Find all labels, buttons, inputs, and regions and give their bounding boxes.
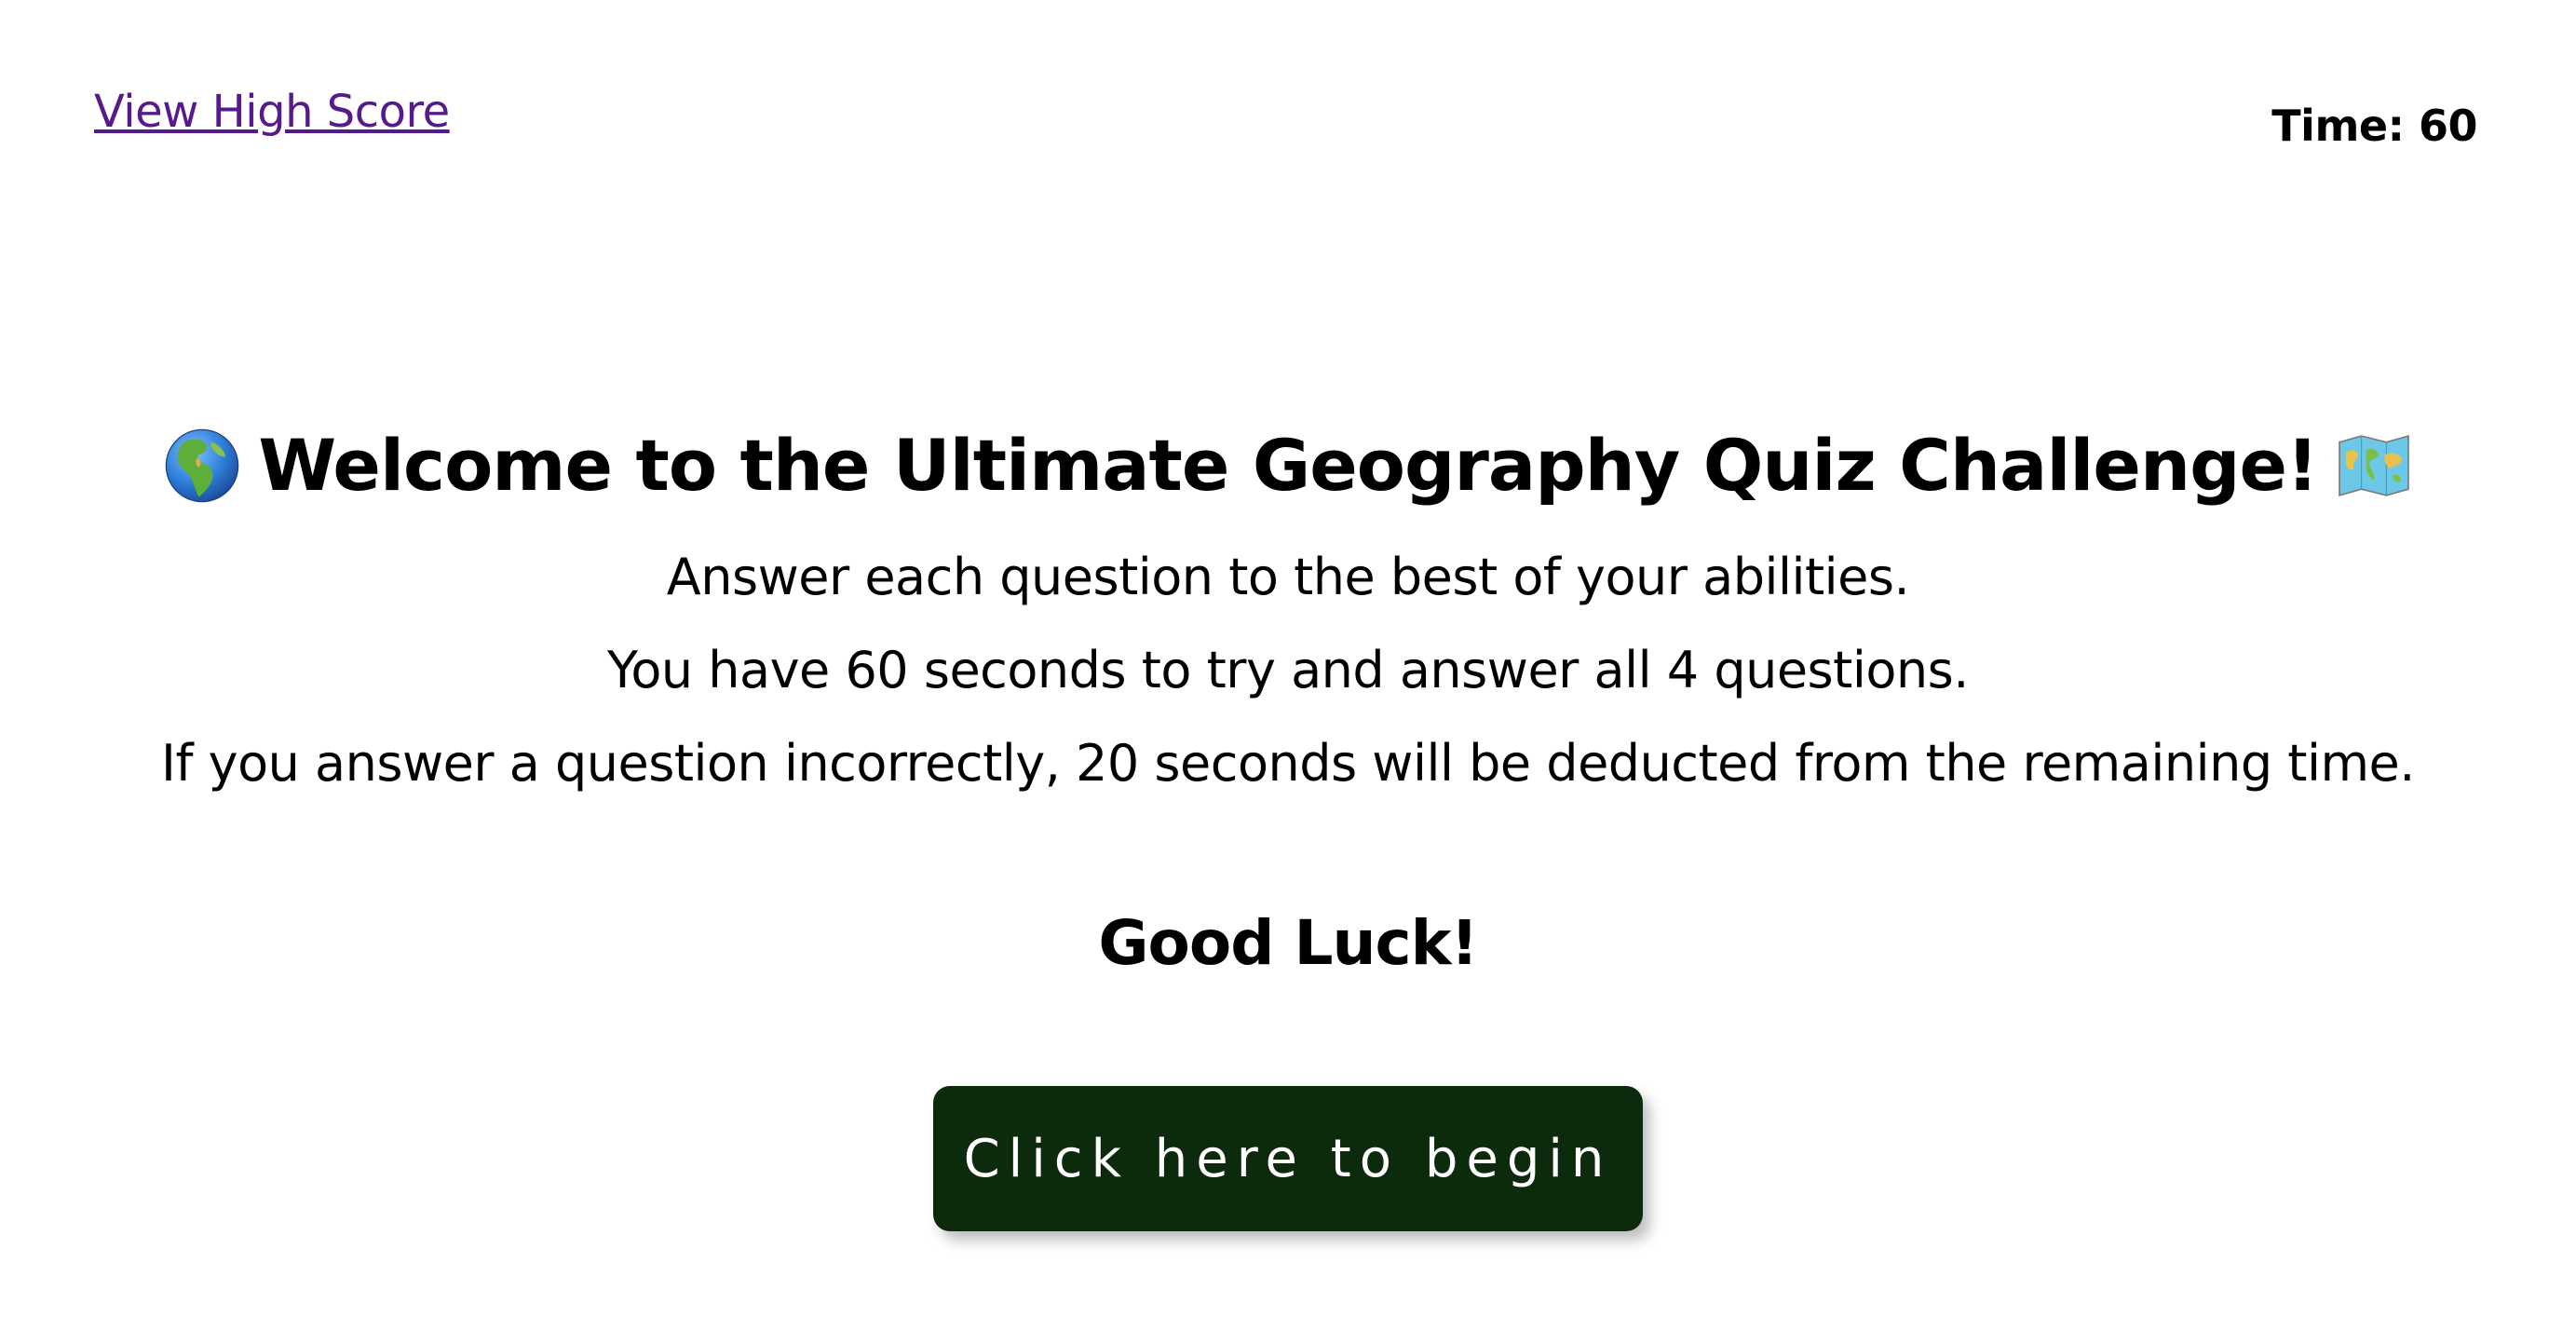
world-map-icon (2338, 434, 2409, 497)
good-luck-heading: Good Luck! (1098, 907, 1478, 979)
begin-quiz-button[interactable]: Click here to begin (933, 1086, 1643, 1231)
intro-section: Welcome to the Ultimate Geography Quiz C… (0, 417, 2576, 1231)
title-text: Welcome to the Ultimate Geography Quiz C… (258, 424, 2318, 507)
page-title: Welcome to the Ultimate Geography Quiz C… (0, 417, 2576, 514)
view-high-score-link[interactable]: View High Score (94, 86, 450, 138)
timer-label: Time: (2271, 101, 2405, 151)
instruction-line: You have 60 seconds to try and answer al… (607, 641, 1969, 699)
timer-value: 60 (2418, 101, 2478, 151)
timer: Time: 60 (2271, 101, 2477, 151)
globe-europe-africa-icon (166, 428, 239, 503)
quiz-start-page: View High Score Time: 60 Welcome to the … (0, 0, 2576, 1330)
instruction-line: Answer each question to the best of your… (666, 548, 1910, 606)
instruction-line: If you answer a question incorrectly, 20… (161, 734, 2415, 793)
instructions: Answer each question to the best of your… (0, 531, 2576, 810)
